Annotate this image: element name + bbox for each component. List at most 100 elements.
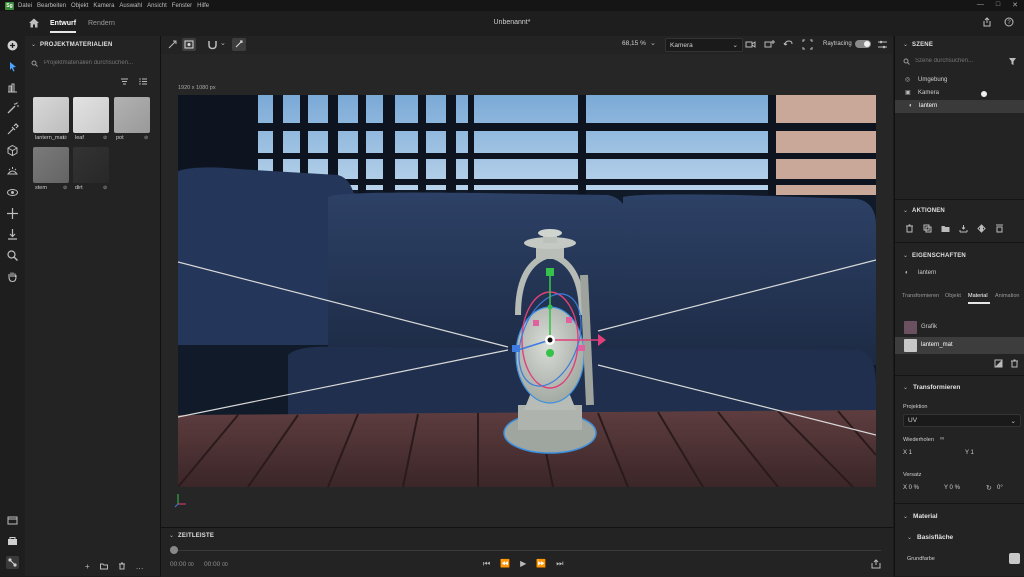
- chevron-down-icon[interactable]: ⌄: [650, 39, 656, 47]
- scene-search[interactable]: [903, 57, 1007, 65]
- panel-icon[interactable]: [6, 514, 19, 527]
- zoom-level[interactable]: 68,15 %: [622, 40, 646, 47]
- offset-x-value[interactable]: X 0 %: [903, 485, 919, 491]
- settings-sliders-icon[interactable]: [877, 39, 888, 50]
- link-icon[interactable]: ∞: [940, 436, 944, 442]
- menu-fenster[interactable]: Fenster: [172, 3, 192, 9]
- render-canvas[interactable]: [178, 95, 876, 487]
- camera-bookmark-icon[interactable]: [745, 39, 756, 50]
- material-swatch-pot[interactable]: [114, 97, 150, 133]
- projection-select[interactable]: UV ⌄: [903, 414, 1021, 427]
- tab-transformieren[interactable]: Transformieren: [902, 293, 939, 299]
- duplicate-icon[interactable]: [923, 224, 932, 233]
- base-color-swatch[interactable]: [1009, 553, 1020, 564]
- raytracing-toggle[interactable]: [855, 40, 871, 48]
- help-icon[interactable]: ?: [1004, 17, 1014, 27]
- camera-frame-icon[interactable]: [802, 39, 813, 50]
- list-view-icon[interactable]: [139, 77, 148, 86]
- material-swatch-leaf[interactable]: [73, 97, 109, 133]
- step-forward-icon[interactable]: ⏩: [536, 559, 546, 569]
- chevron-down-icon[interactable]: ⌄: [903, 513, 908, 520]
- scene-item-kamera[interactable]: ▣ Kamera: [905, 89, 1023, 99]
- library-icon[interactable]: [6, 535, 19, 548]
- chevron-down-icon[interactable]: ⌄: [169, 532, 174, 539]
- repeat-y-value[interactable]: Y 1: [965, 450, 974, 456]
- repeat-x-value[interactable]: X 1: [903, 450, 912, 456]
- light-icon[interactable]: [6, 165, 19, 178]
- orbit-icon[interactable]: [6, 186, 19, 199]
- folder-icon[interactable]: [99, 562, 108, 571]
- scene-item-umgebung[interactable]: ◎ Umgebung: [905, 76, 1023, 86]
- ground-icon[interactable]: [959, 224, 968, 233]
- filter-icon[interactable]: [1008, 57, 1017, 66]
- chevron-down-icon[interactable]: ⌄: [903, 384, 908, 391]
- chevron-down-icon[interactable]: ⌄: [31, 41, 36, 48]
- chevron-down-icon[interactable]: ⌄: [903, 41, 908, 48]
- magnet-icon[interactable]: [207, 39, 218, 50]
- snap-icon[interactable]: [232, 38, 246, 51]
- cube-icon[interactable]: [6, 144, 19, 157]
- trash-icon[interactable]: [905, 224, 914, 233]
- add-icon[interactable]: [6, 39, 19, 52]
- skip-end-icon[interactable]: ⏭: [556, 559, 563, 569]
- mirror-icon[interactable]: [977, 224, 986, 233]
- scene-item-lantern[interactable]: ◐ lantern: [895, 100, 1024, 113]
- stage-icon[interactable]: [6, 81, 19, 94]
- select-arrow-icon[interactable]: [6, 60, 19, 73]
- chevron-down-icon[interactable]: ⌄: [220, 39, 226, 47]
- close-icon[interactable]: ✕: [1012, 1, 1018, 9]
- tab-objekt[interactable]: Objekt: [945, 293, 961, 299]
- step-back-icon[interactable]: ⏪: [500, 559, 510, 569]
- material-swatch-dirt[interactable]: [73, 147, 109, 183]
- hand-icon[interactable]: [6, 270, 19, 283]
- chevron-down-icon[interactable]: ⌄: [903, 252, 908, 259]
- add-material-icon[interactable]: +: [85, 562, 90, 571]
- materials-panel-icon[interactable]: [6, 556, 19, 569]
- tab-material[interactable]: Material: [968, 293, 988, 299]
- timeline-playhead[interactable]: [170, 546, 178, 554]
- material-swap-icon[interactable]: [994, 359, 1003, 368]
- materials-search[interactable]: [31, 57, 155, 69]
- zoom-icon[interactable]: [6, 249, 19, 262]
- minimize-icon[interactable]: —: [977, 1, 984, 9]
- skip-start-icon[interactable]: ⏮: [483, 559, 490, 569]
- menu-auswahl[interactable]: Auswahl: [119, 3, 142, 9]
- chevron-down-icon[interactable]: ⌄: [903, 207, 908, 214]
- material-row-lantern-mat[interactable]: lantern_mat: [895, 337, 1024, 354]
- camera-select[interactable]: Kamera ⌄: [665, 38, 743, 52]
- chevron-down-icon[interactable]: ⌄: [907, 534, 912, 541]
- drop-to-ground-icon[interactable]: [6, 228, 19, 241]
- magic-wand-icon[interactable]: [6, 102, 19, 115]
- eyedropper-icon[interactable]: [6, 123, 19, 136]
- more-icon[interactable]: …: [136, 562, 144, 571]
- rotation-value[interactable]: 0°: [997, 485, 1003, 491]
- select-object-icon[interactable]: [182, 38, 196, 51]
- maximize-icon[interactable]: □: [996, 1, 1000, 9]
- share-icon[interactable]: [982, 17, 992, 27]
- menu-objekt[interactable]: Objekt: [71, 3, 88, 9]
- play-icon[interactable]: ▶: [520, 559, 526, 569]
- transform-icon[interactable]: [167, 39, 178, 50]
- camera-undo-icon[interactable]: [783, 39, 794, 50]
- sort-icon[interactable]: [120, 77, 129, 86]
- material-swatch-lantern-mat[interactable]: [33, 97, 69, 133]
- group-icon[interactable]: [941, 224, 950, 233]
- align-icon[interactable]: [995, 224, 1004, 233]
- delete-icon[interactable]: [118, 562, 126, 571]
- move-icon[interactable]: [6, 207, 19, 220]
- menu-datei[interactable]: Datei: [18, 3, 32, 9]
- menu-ansicht[interactable]: Ansicht: [147, 3, 167, 9]
- timeline-track[interactable]: [173, 550, 881, 551]
- export-icon[interactable]: [871, 559, 881, 569]
- menu-bearbeiten[interactable]: Bearbeiten: [37, 3, 66, 9]
- menu-kamera[interactable]: Kamera: [93, 3, 114, 9]
- material-row-grafik[interactable]: Grafik: [895, 319, 1024, 336]
- scene-search-input[interactable]: [913, 57, 1007, 65]
- materials-search-input[interactable]: [42, 59, 155, 67]
- delete-material-icon[interactable]: [1010, 359, 1019, 368]
- tab-animation[interactable]: Animation: [995, 293, 1019, 299]
- material-swatch-stem[interactable]: [33, 147, 69, 183]
- active-camera-dot[interactable]: [981, 91, 987, 97]
- camera-add-icon[interactable]: [764, 39, 775, 50]
- offset-y-value[interactable]: Y 0 %: [944, 485, 960, 491]
